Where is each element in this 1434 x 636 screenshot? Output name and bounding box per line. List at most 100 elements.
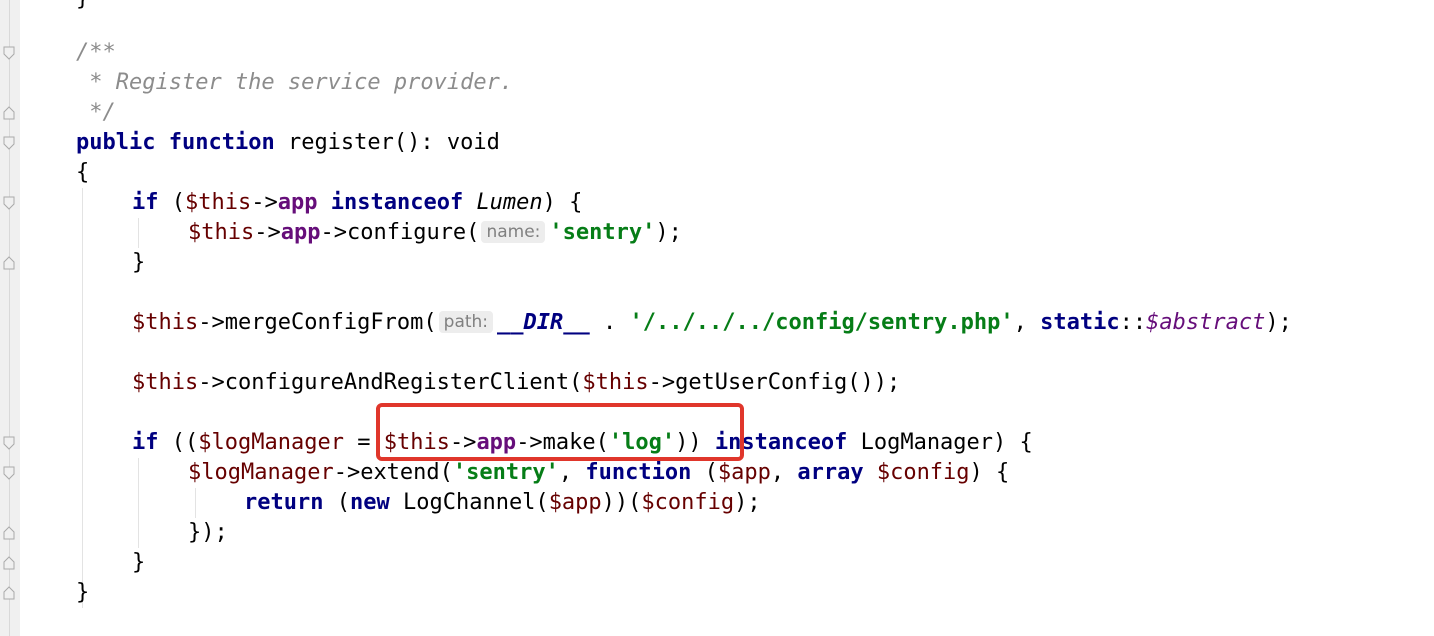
static-field: $abstract <box>1146 310 1266 335</box>
variable: $this <box>132 310 199 335</box>
code-line: /** <box>76 38 116 68</box>
code-line: }); <box>188 518 228 548</box>
variable: $app <box>717 460 771 485</box>
string: '/../../../config/sentry.php' <box>629 310 1014 335</box>
keyword: if <box>132 190 159 215</box>
class-name: LogChannel( <box>389 490 549 515</box>
code-text: ->extend( <box>333 460 453 485</box>
code-line: if ($this->app instanceof Lumen) { <box>132 188 582 218</box>
variable: $this <box>185 190 252 215</box>
code-text: ) { <box>542 190 583 215</box>
variable: $app <box>548 490 602 515</box>
operator: -> <box>254 220 281 245</box>
variable: $logManager <box>198 430 344 455</box>
fold-start-icon[interactable] <box>3 466 15 480</box>
keyword: if <box>132 430 159 455</box>
code-text: ( <box>158 190 185 215</box>
indent-guide <box>138 218 139 248</box>
class-name: LogManager) { <box>847 430 1033 455</box>
code-text: (( <box>158 430 199 455</box>
parameter-hint: name: <box>481 221 546 243</box>
string: 'sentry' <box>452 460 559 485</box>
code-text: , <box>770 460 798 485</box>
indent-guide <box>138 458 139 548</box>
brace: } <box>132 250 146 275</box>
keyword: return <box>244 490 324 515</box>
code-text: ) { <box>969 460 1010 485</box>
code-line: * Register the service provider. <box>76 68 513 98</box>
string: 'sentry' <box>549 220 656 245</box>
parameter-hint: path: <box>438 311 494 333</box>
code-text: }); <box>188 520 228 545</box>
variable: $logManager <box>188 460 334 485</box>
fold-end-icon[interactable] <box>3 256 15 270</box>
keyword: array <box>797 460 864 485</box>
code-text: ->getUserConfig()); <box>648 370 901 395</box>
code-line: return (new LogChannel($app))($config); <box>244 488 761 518</box>
indent-guide <box>82 188 83 608</box>
code-text: ( <box>691 460 718 485</box>
variable: $this <box>582 370 649 395</box>
code-editor[interactable]: } /** * Register the service provider. *… <box>20 0 1434 636</box>
fold-start-icon[interactable] <box>3 136 15 150</box>
code-text: ); <box>734 490 761 515</box>
code-text: , <box>558 460 586 485</box>
keyword: function <box>168 130 275 155</box>
code-text: , <box>1013 310 1041 335</box>
gutter-line <box>9 0 10 636</box>
code-line: $logManager->extend('sentry', function (… <box>188 458 1009 488</box>
fold-end-icon[interactable] <box>3 556 15 570</box>
operator: . <box>589 310 630 335</box>
code-line: } <box>132 548 145 578</box>
brace: } <box>132 550 146 575</box>
variable: $config <box>876 460 970 485</box>
code-line: $this->mergeConfigFrom(path: __DIR__ . '/… <box>132 308 1292 338</box>
fold-start-icon[interactable] <box>3 436 15 450</box>
code-line: public function register(): void <box>76 128 500 158</box>
code-line: { <box>76 158 89 188</box>
code-text: register(): void <box>274 130 500 155</box>
code-text: ->configure( <box>320 220 480 245</box>
code-line: $this->configureAndRegisterClient($this-… <box>132 368 900 398</box>
variable: $this <box>188 220 255 245</box>
keyword: public <box>76 130 156 155</box>
code-line: } <box>132 248 145 278</box>
code-text: ); <box>1265 310 1292 335</box>
code-line: } <box>76 0 89 14</box>
field: app <box>277 190 318 215</box>
keyword: instanceof <box>330 190 464 215</box>
keyword: new <box>349 490 390 515</box>
keyword: function <box>585 460 692 485</box>
code-line: */ <box>76 98 116 128</box>
fold-end-icon[interactable] <box>3 586 15 600</box>
magic-constant: __DIR__ <box>497 310 590 335</box>
operator: :: <box>1119 310 1147 335</box>
brace: } <box>76 580 90 605</box>
keyword: static <box>1040 310 1120 335</box>
code-text: ( <box>323 490 350 515</box>
code-text: ->configureAndRegisterClient( <box>198 370 583 395</box>
annotation-highlight-box <box>376 403 744 461</box>
doc-comment: */ <box>76 100 116 125</box>
fold-end-icon[interactable] <box>3 106 15 120</box>
doc-comment: * Register the service provider. <box>76 70 514 95</box>
indent-guide <box>195 488 196 518</box>
operator: -> <box>251 190 278 215</box>
code-text: ->mergeConfigFrom( <box>198 310 437 335</box>
variable: $this <box>132 370 199 395</box>
code-line: } <box>76 578 89 608</box>
fold-start-icon[interactable] <box>3 46 15 60</box>
variable: $config <box>641 490 735 515</box>
fold-end-icon[interactable] <box>3 526 15 540</box>
brace: } <box>76 0 89 11</box>
field: app <box>280 220 321 245</box>
code-text: ))( <box>601 490 642 515</box>
class-name: Lumen <box>476 190 543 215</box>
doc-comment: /** <box>76 40 116 65</box>
brace: { <box>76 160 90 185</box>
editor-gutter <box>0 0 20 636</box>
code-line: $this->app->configure(name:'sentry'); <box>188 218 682 248</box>
code-text: ); <box>655 220 682 245</box>
fold-start-icon[interactable] <box>3 196 15 210</box>
